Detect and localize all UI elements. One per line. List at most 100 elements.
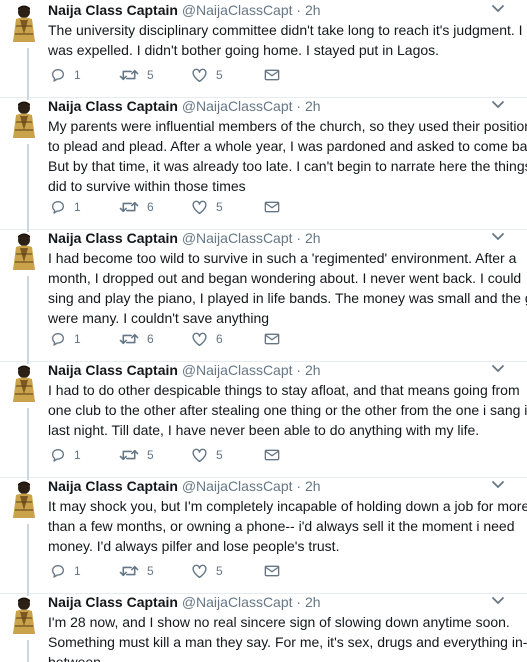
- author-handle[interactable]: @NaijaClassCapt: [182, 362, 293, 378]
- author-handle[interactable]: @NaijaClassCapt: [182, 98, 293, 114]
- tweet[interactable]: Naija Class Captain @NaijaClassCapt · 2h…: [0, 478, 527, 596]
- author-name[interactable]: Naija Class Captain: [48, 594, 178, 610]
- tweet-text-line: sing and play the piano, I played in lif…: [48, 290, 527, 306]
- avatar[interactable]: [8, 596, 40, 636]
- author-name[interactable]: Naija Class Captain: [48, 98, 178, 114]
- separator-dot: ·: [296, 2, 302, 18]
- tweet[interactable]: Naija Class Captain @NaijaClassCapt · 2h…: [0, 98, 527, 232]
- like-count: 5: [216, 68, 223, 82]
- envelope-icon: [264, 200, 280, 214]
- avatar[interactable]: [8, 480, 40, 520]
- tweet-text-line: were many. I couldn't save anything: [48, 310, 270, 326]
- direct-message-button[interactable]: [264, 562, 280, 580]
- chevron-down-icon[interactable]: [491, 478, 505, 490]
- avatar[interactable]: [8, 4, 40, 44]
- tweet-text-line: I'm 28 now, and I show no real sincere s…: [48, 614, 510, 630]
- chevron-down-icon[interactable]: [491, 98, 505, 110]
- like-button[interactable]: 5: [191, 562, 223, 580]
- retweet-icon: [119, 67, 139, 83]
- reply-button[interactable]: 1: [50, 446, 81, 464]
- tweet-text: I had become too wild to survive in such…: [48, 248, 527, 328]
- tweet-text-line: than a few months, or owning a phone-- i…: [48, 518, 515, 534]
- tweet-text-line: between.: [48, 654, 105, 662]
- author-name[interactable]: Naija Class Captain: [48, 230, 178, 246]
- like-count: 5: [216, 448, 223, 462]
- retweet-button[interactable]: 6: [119, 330, 154, 348]
- direct-message-button[interactable]: [264, 446, 280, 464]
- timestamp[interactable]: 2h: [305, 594, 321, 610]
- timestamp[interactable]: 2h: [305, 478, 321, 494]
- author-handle[interactable]: @NaijaClassCapt: [182, 230, 293, 246]
- like-count: 5: [216, 564, 223, 578]
- separator-dot: ·: [296, 478, 302, 494]
- tweet-text-line: was expelled. I didn't bother going home…: [48, 42, 440, 58]
- separator-dot: ·: [296, 594, 302, 610]
- reply-button[interactable]: 1: [50, 66, 81, 84]
- author-handle[interactable]: @NaijaClassCapt: [182, 478, 293, 494]
- reply-button[interactable]: 1: [50, 198, 81, 216]
- avatar[interactable]: [8, 364, 40, 404]
- retweet-button[interactable]: 5: [119, 446, 154, 464]
- retweet-icon: [119, 447, 139, 463]
- reply-icon: [50, 331, 66, 347]
- heart-icon: [191, 447, 208, 463]
- retweet-count: 5: [147, 448, 154, 462]
- author-name[interactable]: Naija Class Captain: [48, 362, 178, 378]
- tweet-text-line: to plead and plead. After a whole year, …: [48, 138, 527, 154]
- thread-connector-line: [27, 48, 29, 100]
- tweet[interactable]: Naija Class Captain @NaijaClassCapt · 2h…: [0, 2, 527, 100]
- tweet-actions: 1 6 6: [48, 330, 348, 348]
- tweet[interactable]: Naija Class Captain @NaijaClassCapt · 2h…: [0, 594, 527, 662]
- chevron-down-icon[interactable]: [491, 362, 505, 374]
- timestamp[interactable]: 2h: [305, 362, 321, 378]
- retweet-count: 6: [147, 200, 154, 214]
- timestamp[interactable]: 2h: [305, 98, 321, 114]
- tweet-text-line: I had become too wild to survive in such…: [48, 250, 517, 266]
- thread-connector-line: [27, 524, 29, 596]
- avatar[interactable]: [8, 100, 40, 140]
- author-handle[interactable]: @NaijaClassCapt: [182, 2, 293, 18]
- retweet-button[interactable]: 5: [119, 66, 154, 84]
- like-button[interactable]: 5: [191, 66, 223, 84]
- like-button[interactable]: 5: [191, 446, 223, 464]
- retweet-button[interactable]: 6: [119, 198, 154, 216]
- chevron-down-icon[interactable]: [491, 230, 505, 242]
- tweet-actions: 1 5 5: [48, 446, 348, 464]
- direct-message-button[interactable]: [264, 330, 280, 348]
- like-button[interactable]: 6: [191, 330, 223, 348]
- tweet-header: Naija Class Captain @NaijaClassCapt · 2h: [48, 230, 321, 246]
- author-name[interactable]: Naija Class Captain: [48, 2, 178, 18]
- retweet-icon: [119, 331, 139, 347]
- retweet-icon: [119, 563, 139, 579]
- separator-dot: ·: [296, 98, 302, 114]
- tweet-actions: 1 6 5: [48, 198, 348, 216]
- chevron-down-icon[interactable]: [491, 594, 505, 606]
- retweet-button[interactable]: 5: [119, 562, 154, 580]
- tweet-text: I'm 28 now, and I show no real sincere s…: [48, 612, 527, 662]
- direct-message-button[interactable]: [264, 198, 280, 216]
- chevron-down-icon[interactable]: [491, 2, 505, 14]
- direct-message-button[interactable]: [264, 66, 280, 84]
- tweet[interactable]: Naija Class Captain @NaijaClassCapt · 2h…: [0, 362, 527, 480]
- tweet-text: The university disciplinary committee di…: [48, 20, 523, 60]
- avatar[interactable]: [8, 232, 40, 272]
- heart-icon: [191, 331, 208, 347]
- timestamp[interactable]: 2h: [305, 230, 321, 246]
- author-handle[interactable]: @NaijaClassCapt: [182, 594, 293, 610]
- tweet-text-line: Something must kill a man they say. For …: [48, 634, 527, 650]
- reply-icon: [50, 67, 66, 83]
- author-name[interactable]: Naija Class Captain: [48, 478, 178, 494]
- envelope-icon: [264, 332, 280, 346]
- like-button[interactable]: 5: [191, 198, 223, 216]
- tweet-text: It may shock you, but I'm completely inc…: [48, 496, 527, 556]
- tweet-text-line: The university disciplinary committee di…: [48, 22, 523, 38]
- reply-button[interactable]: 1: [50, 562, 81, 580]
- reply-count: 1: [74, 448, 81, 462]
- timestamp[interactable]: 2h: [305, 2, 321, 18]
- reply-button[interactable]: 1: [50, 330, 81, 348]
- reply-icon: [50, 447, 66, 463]
- tweet[interactable]: Naija Class Captain @NaijaClassCapt · 2h…: [0, 230, 527, 364]
- tweet-header: Naija Class Captain @NaijaClassCapt · 2h: [48, 98, 321, 114]
- tweet-text-line: But by that time, it was already too lat…: [48, 158, 527, 174]
- retweet-count: 5: [147, 68, 154, 82]
